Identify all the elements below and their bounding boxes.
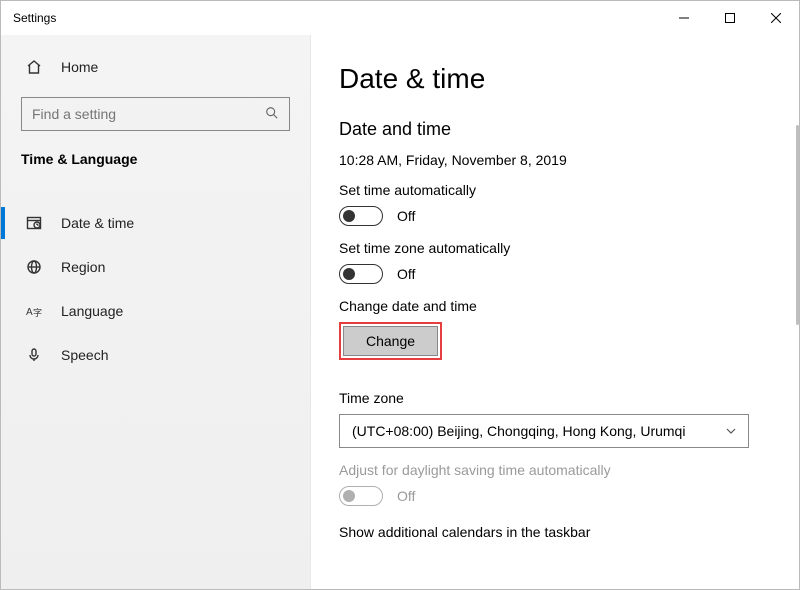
sidebar-item-label: Language bbox=[61, 303, 123, 319]
close-button[interactable] bbox=[753, 1, 799, 35]
search-field[interactable] bbox=[32, 106, 265, 122]
home-nav[interactable]: Home bbox=[1, 45, 310, 89]
maximize-button[interactable] bbox=[707, 1, 753, 35]
sidebar: Home Time & Language Date & time bbox=[1, 35, 311, 589]
page-title: Date & time bbox=[339, 63, 779, 95]
language-icon: A字 bbox=[23, 303, 45, 319]
dst-label: Adjust for daylight saving time automati… bbox=[339, 462, 779, 478]
change-datetime-label: Change date and time bbox=[339, 298, 779, 314]
set-time-auto-toggle[interactable] bbox=[339, 206, 383, 226]
additional-calendars-label: Show additional calendars in the taskbar bbox=[339, 524, 779, 540]
scrollbar[interactable] bbox=[796, 125, 799, 325]
set-tz-auto-toggle[interactable] bbox=[339, 264, 383, 284]
search-icon bbox=[265, 106, 279, 123]
timezone-value: (UTC+08:00) Beijing, Chongqing, Hong Kon… bbox=[352, 423, 685, 439]
microphone-icon bbox=[23, 347, 45, 363]
sidebar-section-title: Time & Language bbox=[1, 145, 310, 177]
set-tz-auto-label: Set time zone automatically bbox=[339, 240, 779, 256]
dst-toggle bbox=[339, 486, 383, 506]
search-input[interactable] bbox=[21, 97, 290, 131]
sidebar-item-date-time[interactable]: Date & time bbox=[1, 201, 310, 245]
set-time-auto-label: Set time automatically bbox=[339, 182, 779, 198]
content-pane: Date & time Date and time 10:28 AM, Frid… bbox=[311, 35, 799, 589]
globe-icon bbox=[23, 259, 45, 275]
sidebar-item-label: Region bbox=[61, 259, 105, 275]
minimize-button[interactable] bbox=[661, 1, 707, 35]
set-time-auto-value: Off bbox=[397, 208, 415, 224]
timezone-label: Time zone bbox=[339, 390, 779, 406]
sidebar-item-speech[interactable]: Speech bbox=[1, 333, 310, 377]
titlebar: Settings bbox=[1, 1, 799, 35]
dst-value: Off bbox=[397, 488, 415, 504]
sidebar-item-label: Date & time bbox=[61, 215, 134, 231]
sidebar-item-language[interactable]: A字 Language bbox=[1, 289, 310, 333]
set-tz-auto-value: Off bbox=[397, 266, 415, 282]
sidebar-item-region[interactable]: Region bbox=[1, 245, 310, 289]
window-title: Settings bbox=[13, 11, 56, 25]
change-button[interactable]: Change bbox=[343, 326, 438, 356]
home-icon bbox=[23, 59, 45, 75]
timezone-select[interactable]: (UTC+08:00) Beijing, Chongqing, Hong Kon… bbox=[339, 414, 749, 448]
chevron-down-icon bbox=[726, 425, 736, 437]
section-subtitle: Date and time bbox=[339, 119, 779, 140]
current-datetime: 10:28 AM, Friday, November 8, 2019 bbox=[339, 152, 779, 168]
svg-text:A: A bbox=[26, 307, 33, 318]
change-button-highlight: Change bbox=[339, 322, 442, 360]
sidebar-item-label: Speech bbox=[61, 347, 108, 363]
home-label: Home bbox=[61, 59, 98, 75]
caption-buttons bbox=[661, 1, 799, 35]
calendar-clock-icon bbox=[23, 215, 45, 231]
svg-text:字: 字 bbox=[33, 307, 42, 318]
